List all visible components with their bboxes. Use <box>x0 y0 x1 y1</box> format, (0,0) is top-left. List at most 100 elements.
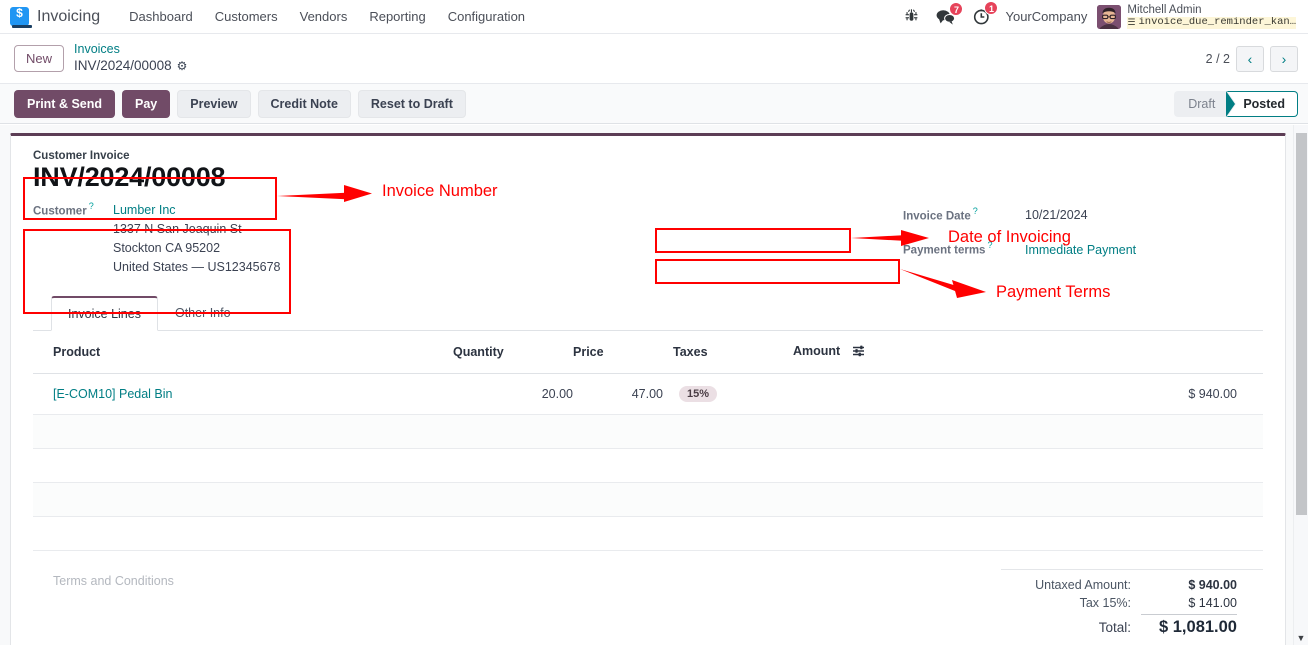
customer-name[interactable]: Lumber Inc <box>113 201 280 220</box>
main-menu: Dashboard Customers Vendors Reporting Co… <box>118 3 536 30</box>
vertical-scrollbar[interactable]: ▼ <box>1293 125 1308 645</box>
column-header-taxes[interactable]: Taxes <box>663 331 793 375</box>
print-and-send-button[interactable]: Print & Send <box>14 89 116 118</box>
invoice-date-label: Invoice Date <box>903 210 971 223</box>
menu-item-dashboard[interactable]: Dashboard <box>118 3 204 30</box>
pager-previous-button[interactable]: ‹ <box>1236 45 1264 72</box>
menu-item-reporting[interactable]: Reporting <box>358 3 436 30</box>
invoicing-app-icon[interactable] <box>10 6 32 28</box>
total-label: Total: <box>1098 620 1131 636</box>
help-icon[interactable]: ? <box>987 240 992 250</box>
pager-next-button[interactable]: › <box>1270 45 1298 72</box>
grand-total-row: Total: $ 1,081.00 <box>1001 612 1237 639</box>
sheet-footer: Terms and Conditions Untaxed Amount: $ 9… <box>33 569 1263 645</box>
tab-invoice-lines[interactable]: Invoice Lines <box>51 296 158 332</box>
company-name[interactable]: YourCompany <box>999 9 1097 24</box>
notebook: Invoice Lines Other Info Product Quantit… <box>33 296 1263 552</box>
reset-to-draft-button[interactable]: Reset to Draft <box>357 89 466 118</box>
clock-icon[interactable]: 1 <box>964 1 999 25</box>
column-header-product[interactable]: Product <box>33 331 453 375</box>
scrollbar-thumb[interactable] <box>1296 133 1307 515</box>
breadcrumb-row: New Invoices INV/2024/00008 ⚙ 2 / 2 ‹ › <box>0 34 1308 84</box>
terms-and-conditions-input[interactable]: Terms and Conditions <box>33 569 174 639</box>
untaxed-amount-label: Untaxed Amount: <box>1035 578 1131 593</box>
invoice-form-sheet: Customer Invoice INV/2024/00008 Customer… <box>10 133 1286 645</box>
form-group-right: Invoice Date? 10/21/2024 Payment terms? … <box>903 201 1263 276</box>
customer-address-line-1: 1337 N San Joaquin St <box>113 222 242 237</box>
status-bar: Draft Posted <box>1174 90 1298 117</box>
customer-address-line-2: Stockton CA 95202 <box>113 240 221 255</box>
record-name: INV/2024/00008 <box>74 57 172 73</box>
product-link[interactable]: [E-COM10] Pedal Bin <box>53 387 173 401</box>
user-menu[interactable]: Mitchell Admin ☰ invoice_due_reminder_ka… <box>1097 4 1298 29</box>
content-area: Customer Invoice INV/2024/00008 Customer… <box>0 125 1308 645</box>
table-row[interactable]: [E-COM10] Pedal Bin 20.00 47.00 15% $ 94… <box>33 373 1263 416</box>
invoice-lines-header: Product Quantity Price Taxes Amount <box>33 331 1263 375</box>
credit-note-button[interactable]: Credit Note <box>257 89 351 118</box>
caret-down-icon[interactable]: ▼ <box>1294 633 1308 643</box>
cell-amount: $ 940.00 <box>793 373 1263 416</box>
cell-price[interactable]: 47.00 <box>573 373 663 416</box>
bug-icon[interactable] <box>896 9 927 24</box>
invoice-lines-body: [E-COM10] Pedal Bin 20.00 47.00 15% $ 94… <box>33 373 1263 552</box>
preview-button[interactable]: Preview <box>177 89 251 118</box>
form-groups: Customer? Lumber Inc 1337 N San Joaquin … <box>33 201 1263 276</box>
total-value: $ 1,081.00 <box>1141 614 1237 637</box>
column-header-amount[interactable]: Amount <box>793 331 1263 375</box>
sliders-icon[interactable] <box>852 345 866 360</box>
breadcrumb-parent-invoices[interactable]: Invoices <box>74 42 187 58</box>
table-row[interactable] <box>33 414 1263 450</box>
notebook-tabs: Invoice Lines Other Info <box>33 296 1263 332</box>
payment-terms-label: Payment terms <box>903 244 986 257</box>
tax-row: Tax 15%: $ 141.00 <box>1001 594 1237 612</box>
database-name: invoice_due_reminder_kan… <box>1138 17 1296 29</box>
untaxed-amount-row: Untaxed Amount: $ 940.00 <box>1001 576 1237 594</box>
breadcrumb: Invoices INV/2024/00008 ⚙ <box>74 42 187 75</box>
status-step-draft[interactable]: Draft <box>1174 90 1237 117</box>
user-name: Mitchell Admin <box>1127 4 1202 17</box>
avatar <box>1097 4 1122 29</box>
tab-other-info[interactable]: Other Info <box>158 296 248 331</box>
menu-item-vendors[interactable]: Vendors <box>289 3 359 30</box>
pay-button[interactable]: Pay <box>122 89 171 118</box>
menu-item-configuration[interactable]: Configuration <box>437 3 536 30</box>
column-header-price[interactable]: Price <box>573 331 663 375</box>
table-row[interactable] <box>33 516 1263 552</box>
column-header-amount-label: Amount <box>793 344 841 359</box>
tax-value: $ 141.00 <box>1188 596 1237 611</box>
column-header-quantity[interactable]: Quantity <box>453 331 573 375</box>
messages-icon[interactable]: 7 <box>927 1 964 25</box>
form-group-left: Customer? Lumber Inc 1337 N San Joaquin … <box>33 201 333 276</box>
help-icon[interactable]: ? <box>973 206 978 216</box>
status-step-posted[interactable]: Posted <box>1226 90 1298 117</box>
top-navbar: Invoicing Dashboard Customers Vendors Re… <box>0 0 1308 34</box>
help-icon[interactable]: ? <box>89 201 94 211</box>
tax-badge[interactable]: 15% <box>679 386 718 403</box>
invoice-date-value[interactable]: 10/21/2024 <box>1025 208 1088 222</box>
tax-label[interactable]: Tax 15%: <box>1080 596 1131 610</box>
cell-taxes[interactable]: 15% <box>663 373 793 416</box>
untaxed-amount-value: $ 940.00 <box>1188 578 1237 593</box>
document-type-label: Customer Invoice <box>33 150 130 162</box>
menu-item-customers[interactable]: Customers <box>204 3 289 30</box>
invoice-number-value[interactable]: INV/2024/00008 <box>33 162 1263 193</box>
activities-count-badge: 1 <box>984 1 999 15</box>
customer-address-line-3: United States — US12345678 <box>113 259 281 274</box>
new-button[interactable]: New <box>14 45 65 72</box>
table-row[interactable] <box>33 448 1263 484</box>
systray: 7 1 YourCompany Mitchell Admin ☰ invoice… <box>896 1 1300 29</box>
database-icon: ☰ <box>1127 17 1136 28</box>
record-pager: 2 / 2 ‹ › <box>1205 45 1298 72</box>
totals-block: Untaxed Amount: $ 940.00 Tax 15%: $ 141.… <box>1001 569 1263 639</box>
cell-product[interactable]: [E-COM10] Pedal Bin <box>33 373 453 416</box>
customer-label: Customer <box>33 205 87 218</box>
cell-quantity[interactable]: 20.00 <box>453 373 573 416</box>
pager-count: 2 / 2 <box>1205 51 1230 66</box>
customer-value-block: Lumber Inc 1337 N San Joaquin St Stockto… <box>113 201 280 276</box>
payment-terms-value[interactable]: Immediate Payment <box>1025 243 1136 257</box>
customer-field-row: Customer? Lumber Inc 1337 N San Joaquin … <box>33 201 333 276</box>
gear-icon[interactable]: ⚙ <box>177 59 188 74</box>
table-row[interactable] <box>33 482 1263 518</box>
database-tag: ☰ invoice_due_reminder_kan… <box>1127 17 1296 29</box>
app-name[interactable]: Invoicing <box>37 8 100 26</box>
